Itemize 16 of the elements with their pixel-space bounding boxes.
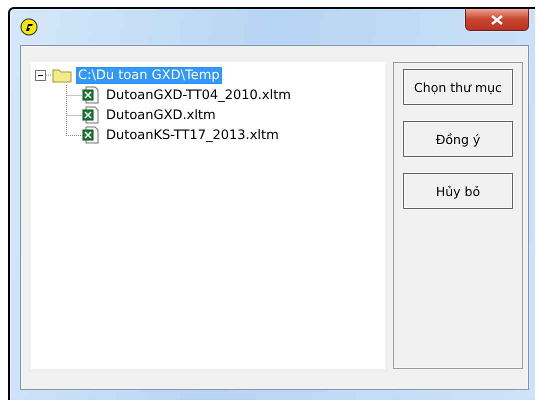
spreadsheet-file-icon (82, 86, 100, 104)
tree-item[interactable]: DutoanGXD-TT04_2010.xltm (104, 86, 293, 104)
spreadsheet-file-icon (82, 126, 100, 144)
dialog-button[interactable]: Đồng ý (403, 121, 513, 157)
spreadsheet-file-icon (82, 106, 100, 124)
close-button[interactable] (465, 9, 529, 31)
close-icon (491, 14, 503, 24)
dialog-button[interactable]: Hủy bỏ (403, 173, 513, 209)
tree-line (46, 74, 52, 76)
dialog-button[interactable]: Chọn thư mục (403, 69, 513, 105)
app-logo-icon (20, 18, 38, 36)
tree-item[interactable]: DutoanKS-TT17_2013.xltm (104, 126, 281, 144)
collapse-icon[interactable] (35, 70, 46, 80)
tree-line (66, 85, 82, 105)
folder-icon (52, 67, 72, 83)
tree-item[interactable]: DutoanGXD.xltm (104, 106, 218, 124)
